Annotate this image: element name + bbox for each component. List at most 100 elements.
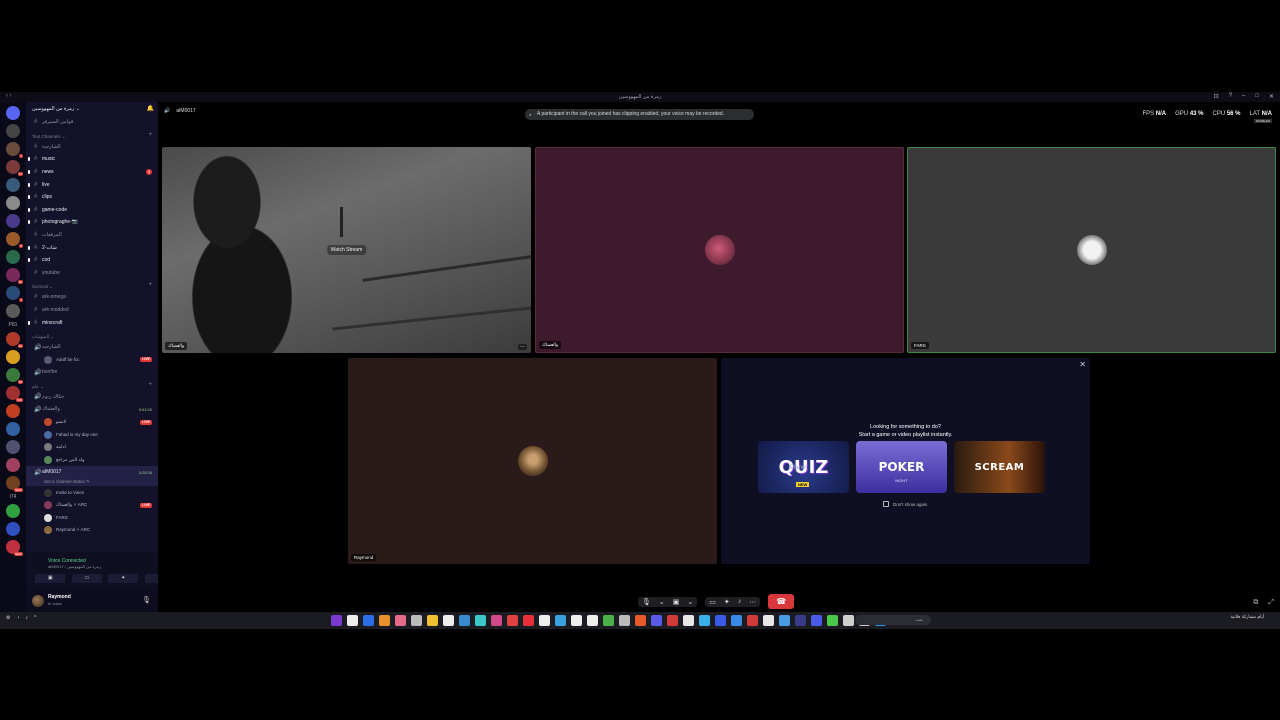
taskbar-app-icon[interactable] [523,615,534,626]
invite-to-voice[interactable]: Invite to Voice [26,486,158,499]
scream-card[interactable]: SCREAM [954,441,1045,493]
screen-share-icon[interactable]: ▭ [71,574,102,583]
server-icon[interactable]: 99 [6,268,23,284]
server-icon[interactable] [6,214,20,228]
participant-tile[interactable]: والعشاك [535,147,904,353]
taskbar-search[interactable]: بحث [855,615,931,625]
popout-icon[interactable]: ⧉ [1253,599,1258,607]
soundboard-icon[interactable]: ♪ [144,574,158,583]
taskbar-app-icon[interactable] [683,615,694,626]
screen-share-icon[interactable]: ▭ [709,598,716,606]
channel-text-5[interactable]: # game-code [26,204,158,217]
taskbar-app-icon[interactable] [347,615,358,626]
channel-text-2[interactable]: # news 3 [26,166,158,179]
taskbar-app-icon[interactable] [699,615,710,626]
server-icon[interactable] [6,196,20,210]
taskbar-app-icon[interactable] [843,615,854,626]
category-text[interactable]: Text Channels ⌄ + [26,129,158,141]
volume-icon[interactable]: ♪ [26,615,29,621]
voice-channel-name[interactable]: aIM0017 / زمرة من المهووسين [48,564,101,569]
taskbar-app-icon[interactable] [539,615,550,626]
fullscreen-icon[interactable]: ⤢ [1268,599,1274,607]
server-icon[interactable] [6,178,20,192]
mic-icon[interactable]: 🎙 [642,598,651,606]
quiz-planet-card[interactable]: QUIZ Planet NEW [758,441,849,493]
more-icon[interactable]: ⋯ [749,598,756,606]
server-icon[interactable]: 34 [6,332,23,348]
server-icon[interactable] [6,124,20,138]
server-icon[interactable]: NEW [6,540,23,556]
wifi-icon[interactable]: ◔ [16,615,19,621]
plus-icon[interactable]: + [148,382,152,388]
camera-icon[interactable]: ▣ [35,574,66,583]
bell-icon[interactable]: 🔔 [147,105,154,112]
taskbar-app-icon[interactable] [459,615,470,626]
channel-text-3[interactable]: # live [26,178,158,191]
taskbar-app-icon[interactable] [779,615,790,626]
taskbar-app-icon[interactable] [571,615,582,626]
taskbar-app-icon[interactable] [811,615,822,626]
taskbar-app-icon[interactable] [667,615,678,626]
activity-icon[interactable]: ✦ [108,574,139,583]
server-icon[interactable] [6,440,20,454]
minimize-icon[interactable]: – [1242,93,1245,100]
plus-icon[interactable]: + [148,282,152,288]
camera-icon[interactable]: ▣ [673,598,680,606]
taskbar-app-icon[interactable] [427,615,438,626]
voice-user[interactable]: والعشاك ⚡ ARC LIVE [26,499,158,512]
server-icon[interactable] [6,304,20,318]
category-3[interactable]: عام ⌄ + [26,379,158,391]
voice-channel-1[interactable]: 🔊 الشارجيه [26,341,158,354]
voice-channel-bonfire[interactable]: 🔊 bonfire [26,366,158,379]
soundboard-icon[interactable]: ♪ [738,598,742,606]
server-icon[interactable] [6,522,20,536]
server-icon[interactable]: 5 [6,232,23,248]
taskbar-app-icon[interactable] [363,615,374,626]
server-icon[interactable]: 100 [6,386,23,402]
channel-text-10[interactable]: # youtube [26,267,158,280]
server-icon[interactable]: 3 [6,286,23,302]
voice-user[interactable]: Raymond ⚡ ARC [26,524,158,537]
taskbar-app-icon[interactable] [507,615,518,626]
voice-user[interactable]: ادليته [26,441,158,454]
activity-icon[interactable]: ✦ [724,598,730,606]
watch-stream-button[interactable]: Watch Stream [326,245,367,255]
server-icon[interactable] [6,404,20,418]
channel-status[interactable]: Set a channel status ✎ [26,478,158,487]
participant-tile-speaking[interactable]: FARS [907,147,1276,353]
voice-user[interactable]: FARS [26,511,158,524]
channel-text-0[interactable]: # الشارجية [26,141,158,154]
chevron-up-icon[interactable]: ^ [34,615,36,621]
taskbar-app-icon[interactable] [395,615,406,626]
avatar[interactable] [32,595,44,607]
mic-icon[interactable]: 🎙 [142,596,151,604]
taskbar-app-icon[interactable] [763,615,774,626]
server-icon[interactable] [6,350,20,364]
taskbar-app-icon[interactable] [379,615,390,626]
poker-night-card[interactable]: POKER NIGHT [856,441,947,493]
more-icon[interactable]: ⋯ [518,344,527,350]
dont-show-again[interactable]: Don't show again [883,501,927,507]
voice-channel-2[interactable]: 🔊 حكاك ريوم [26,391,158,404]
channel-text-8[interactable]: # شات-2 [26,241,158,254]
server-icon[interactable]: 3 [6,142,23,158]
taskbar-clock[interactable]: أيام مشاركة فلاتية [1230,614,1264,620]
settings-icon[interactable]: ⚙ [6,615,10,621]
taskbar-app-icon[interactable] [443,615,454,626]
server-icon[interactable]: 99 [6,368,23,384]
close-icon[interactable]: ✕ [1079,360,1086,369]
taskbar-app-icon[interactable] [651,615,662,626]
channel-text-6[interactable]: # photograghe-📷 [26,216,158,229]
channel-survival-0[interactable]: # ark-omega [26,291,158,304]
chevron-down-icon[interactable]: ⌄ [687,598,693,606]
server-icon[interactable] [6,422,20,436]
taskbar-app-icon[interactable] [475,615,486,626]
channel-text-1[interactable]: # music [26,153,158,166]
voice-user[interactable]: Adolf be fcc LIVE [26,354,158,367]
taskbar-app-icon[interactable] [331,615,342,626]
voice-channel-active[interactable]: 🔊 aIM0017 3:25:34 [26,465,158,479]
help-icon[interactable]: ? [1229,93,1232,100]
close-icon[interactable]: ✕ [1269,93,1274,100]
checkbox[interactable] [883,501,889,507]
taskbar-app-icon[interactable] [411,615,422,626]
